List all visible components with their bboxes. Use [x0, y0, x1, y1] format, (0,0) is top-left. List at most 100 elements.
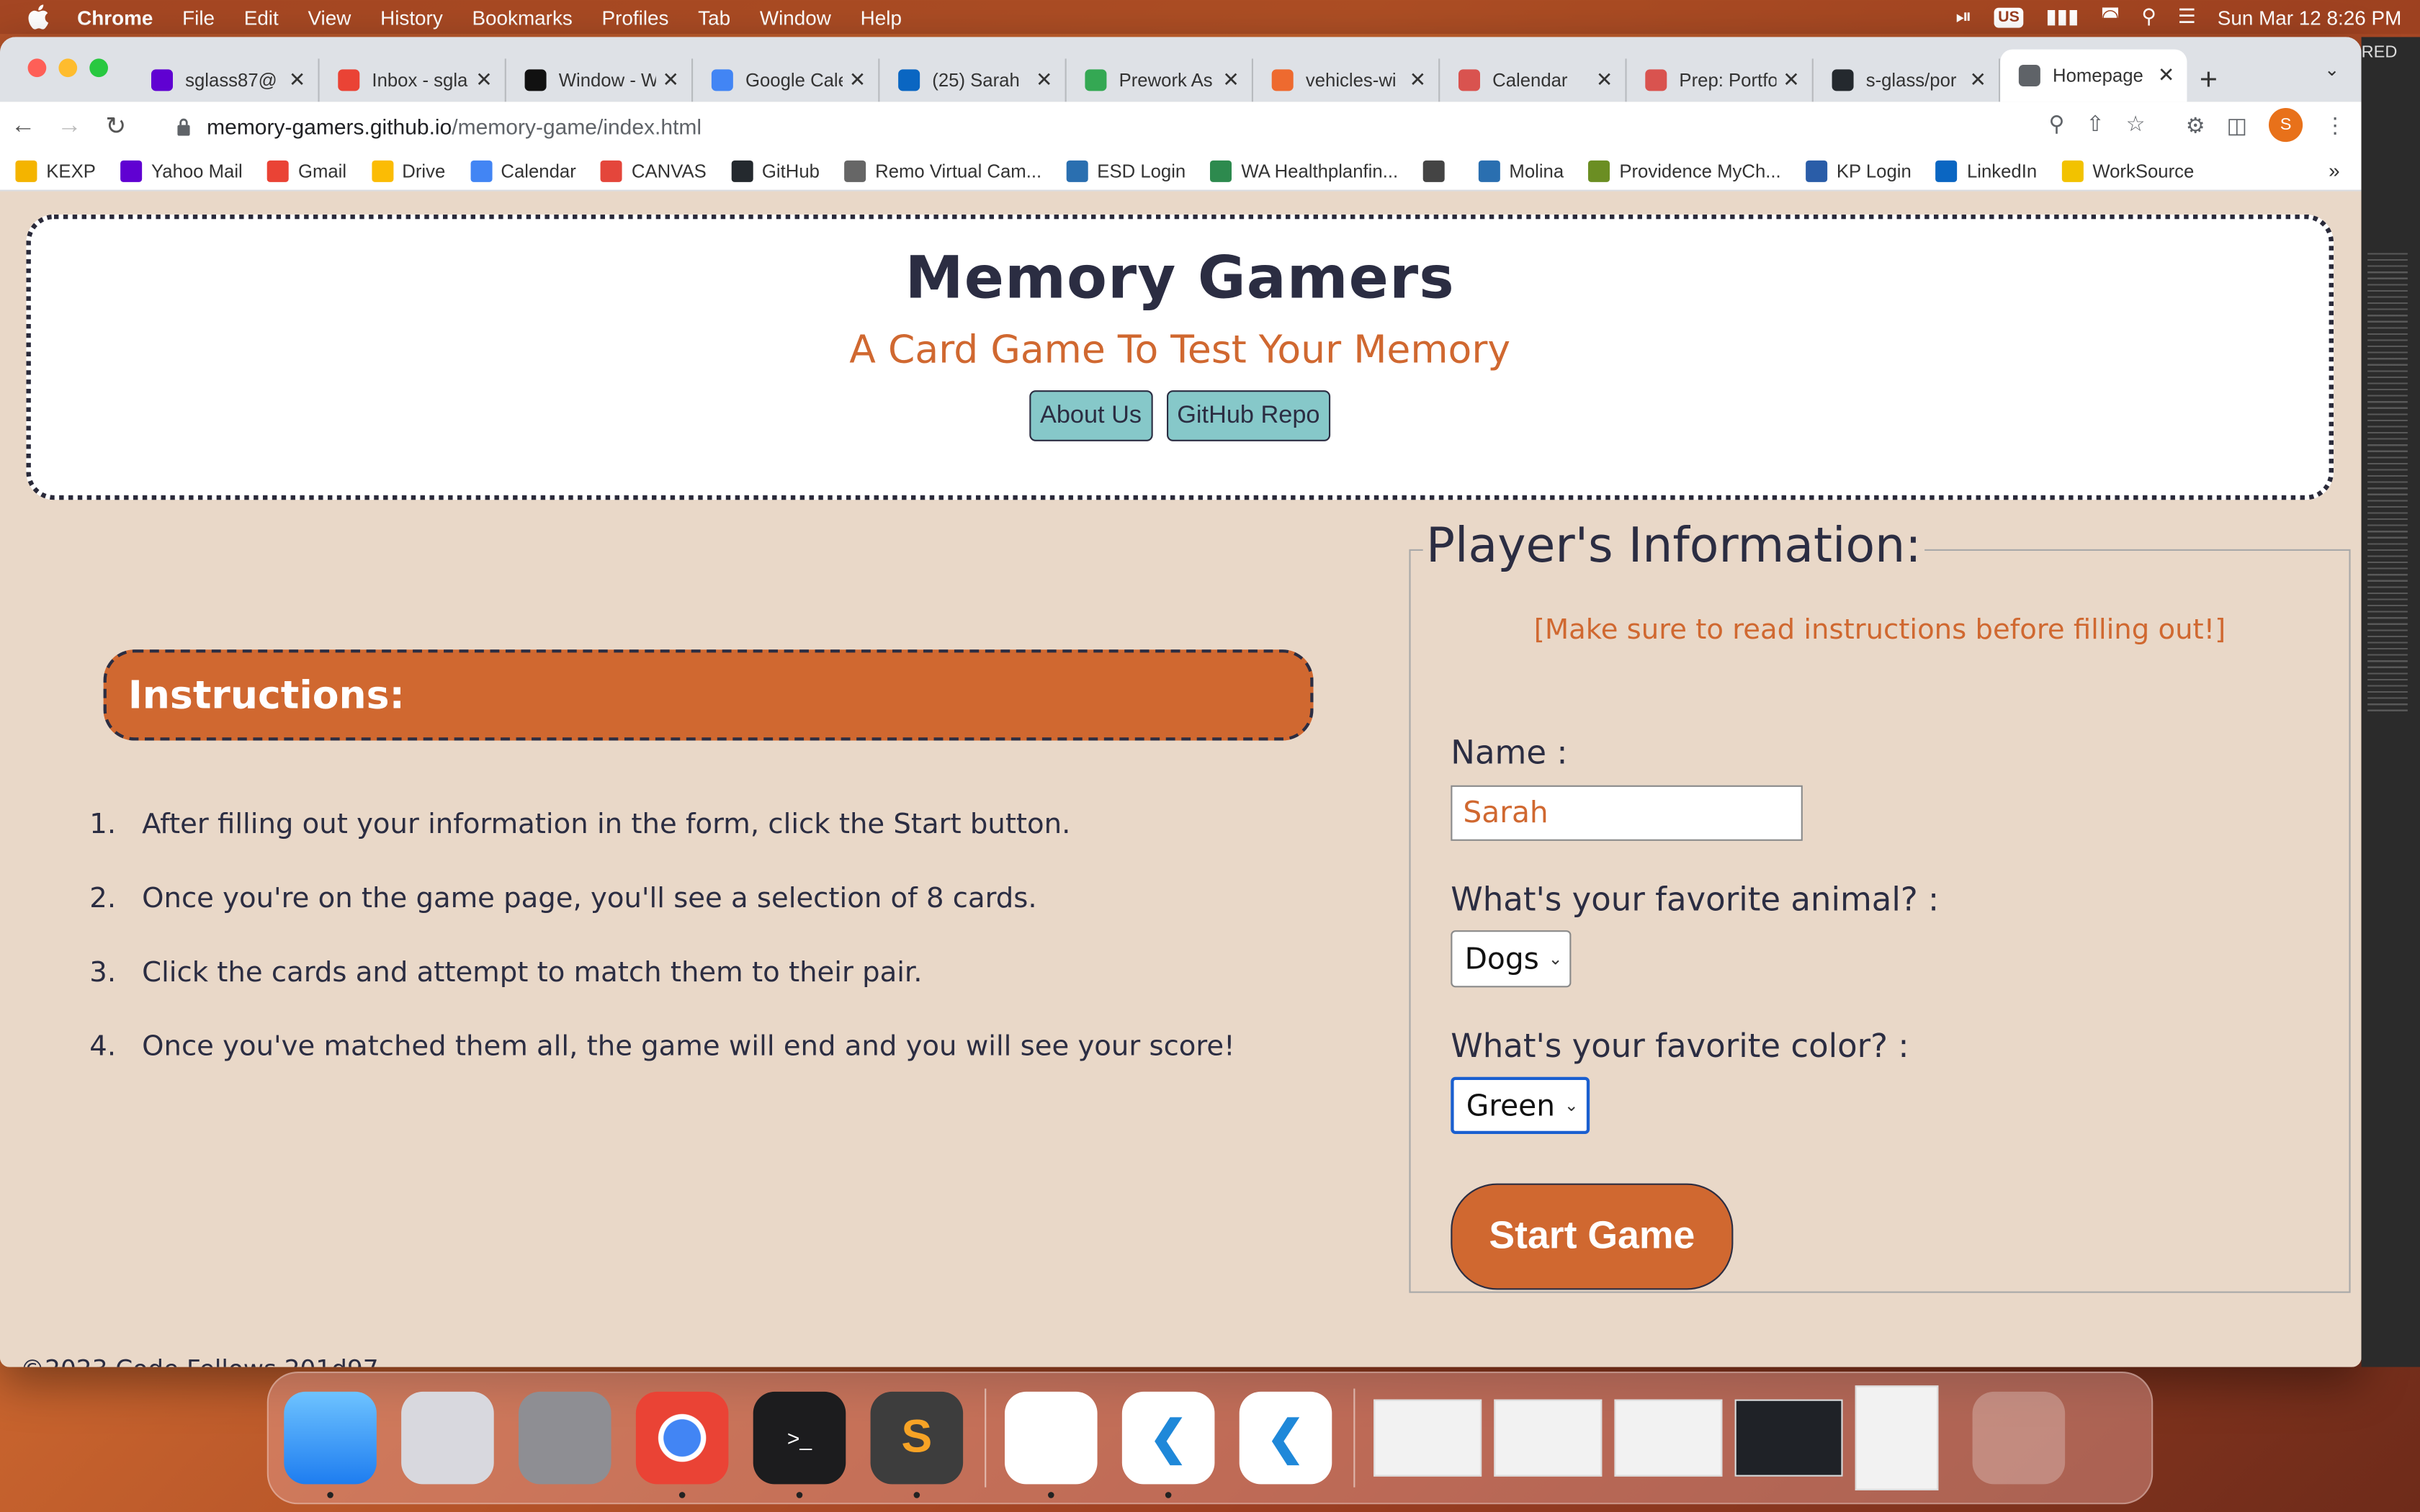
- browser-tab[interactable]: sglass87@ ✕: [133, 58, 320, 102]
- browser-tab[interactable]: Calendar ✕: [1440, 58, 1627, 102]
- minimized-window-thumbnail[interactable]: [1494, 1399, 1603, 1477]
- bookmark-item[interactable]: CANVAS: [601, 159, 707, 181]
- menu-tab[interactable]: Tab: [698, 6, 730, 29]
- slack-icon[interactable]: [1005, 1391, 1098, 1498]
- launchpad-icon[interactable]: [401, 1391, 494, 1485]
- menu-app-name[interactable]: Chrome: [77, 6, 153, 29]
- close-window-button[interactable]: [27, 58, 47, 78]
- address-bar[interactable]: memory-gamers.github.io/memory-game/inde…: [160, 104, 2069, 148]
- system-settings-gear-icon[interactable]: [519, 1391, 611, 1485]
- reload-icon[interactable]: ↻: [93, 111, 139, 142]
- control-center-icon[interactable]: ☰: [2178, 4, 2196, 29]
- bookmark-item[interactable]: WorkSource: [2061, 159, 2194, 181]
- tab-close-icon[interactable]: ✕: [289, 68, 305, 92]
- bookmark-item[interactable]: Calendar: [470, 159, 576, 181]
- forward-arrow-icon[interactable]: →: [46, 112, 92, 140]
- keyboard-input-indicator[interactable]: US: [1993, 6, 2025, 27]
- bookmark-item[interactable]: Molina: [1478, 159, 1564, 181]
- tab-close-icon[interactable]: ✕: [1969, 68, 1986, 92]
- bookmark-item[interactable]: Drive: [371, 159, 445, 181]
- vscode-icon[interactable]: ❮: [1121, 1391, 1215, 1498]
- bookmark-label: WA Healthplanfin...: [1241, 159, 1399, 181]
- tab-favicon-icon: [898, 69, 920, 91]
- bookmark-item[interactable]: Providence MyCh...: [1588, 159, 1781, 181]
- back-arrow-icon[interactable]: ←: [0, 112, 46, 140]
- zoom-window-button[interactable]: [89, 58, 108, 78]
- tab-search-chevron-icon[interactable]: ⌄: [2324, 58, 2340, 80]
- minimized-window-thumbnail[interactable]: [1614, 1399, 1723, 1477]
- bookmark-item[interactable]: WA Healthplanfin...: [1210, 159, 1399, 181]
- tab-close-icon[interactable]: ✕: [662, 68, 678, 92]
- minimized-window-thumbnail[interactable]: [1734, 1399, 1843, 1477]
- kebab-menu-icon[interactable]: ⋮: [2324, 112, 2346, 138]
- trash-icon[interactable]: [1972, 1391, 2066, 1485]
- minimized-window-thumbnail[interactable]: [1855, 1385, 1939, 1490]
- bookmark-item[interactable]: Yahoo Mail: [120, 159, 243, 181]
- menu-bookmarks[interactable]: Bookmarks: [472, 6, 572, 29]
- bookmark-item[interactable]: KEXP: [15, 159, 96, 181]
- battery-icon[interactable]: ▮▮▮: [2045, 4, 2079, 29]
- about-us-button[interactable]: About Us: [1028, 390, 1152, 441]
- browser-tab[interactable]: Prework As ✕: [1067, 58, 1253, 102]
- tab-close-icon[interactable]: ✕: [1222, 68, 1239, 92]
- bookmark-item[interactable]: [1422, 159, 1453, 181]
- sublime-text-icon[interactable]: S: [870, 1391, 964, 1498]
- menu-edit[interactable]: Edit: [244, 6, 279, 29]
- page-subtitle: A Card Game To Test Your Memory: [849, 327, 1511, 372]
- apple-logo-icon[interactable]: [28, 4, 50, 30]
- tab-close-icon[interactable]: ✕: [1036, 68, 1052, 92]
- menu-help[interactable]: Help: [861, 6, 902, 29]
- menu-profiles[interactable]: Profiles: [602, 6, 669, 29]
- menu-window[interactable]: Window: [760, 6, 831, 29]
- minimized-window-thumbnail[interactable]: [1373, 1399, 1482, 1477]
- wifi-icon[interactable]: ◚: [2100, 4, 2120, 29]
- menu-history[interactable]: History: [380, 6, 443, 29]
- background-window[interactable]: RED: [2361, 37, 2420, 1367]
- profile-avatar[interactable]: S: [2269, 108, 2303, 143]
- browser-tab[interactable]: (25) Sarah ✕: [879, 58, 1067, 102]
- bookmark-item[interactable]: Remo Virtual Cam...: [844, 159, 1041, 181]
- name-input[interactable]: Sarah: [1451, 785, 1803, 841]
- bookmark-item[interactable]: GitHub: [731, 159, 820, 181]
- browser-tab[interactable]: Google Cale ✕: [693, 58, 880, 102]
- browser-tab[interactable]: Homepage ✕: [2000, 49, 2187, 102]
- browser-tab[interactable]: Window - W ✕: [506, 58, 694, 102]
- side-panel-icon[interactable]: ◫: [2227, 112, 2247, 138]
- finder-icon[interactable]: [284, 1391, 377, 1498]
- color-select[interactable]: Green ⌄: [1451, 1076, 1590, 1134]
- spotlight-search-icon[interactable]: ⚲: [2141, 4, 2156, 29]
- github-repo-button[interactable]: GitHub Repo: [1166, 390, 1331, 441]
- menu-datetime[interactable]: Sun Mar 12 8:26 PM: [2218, 6, 2402, 29]
- browser-tab[interactable]: Inbox - sgla ✕: [320, 58, 506, 102]
- menu-file[interactable]: File: [182, 6, 215, 29]
- bookmark-item[interactable]: LinkedIn: [1936, 159, 2037, 181]
- vscode-insiders-icon[interactable]: ❮: [1239, 1391, 1332, 1485]
- zoom-magnifier-icon[interactable]: ⚲: [2049, 111, 2065, 137]
- running-indicator: [327, 1492, 333, 1498]
- page-footer: ©2023 Code Fellows 201d97: [20, 1354, 379, 1367]
- tab-close-icon[interactable]: ✕: [2158, 63, 2174, 88]
- new-tab-plus-icon[interactable]: +: [2187, 58, 2230, 102]
- tab-close-icon[interactable]: ✕: [475, 68, 492, 92]
- tab-close-icon[interactable]: ✕: [1783, 68, 1799, 92]
- chrome-icon[interactable]: [635, 1391, 729, 1498]
- bookmark-item[interactable]: KP Login: [1806, 159, 1912, 181]
- bookmark-item[interactable]: Gmail: [267, 159, 346, 181]
- share-icon[interactable]: ⇧: [2087, 111, 2105, 137]
- minimize-window-button[interactable]: [58, 58, 78, 78]
- browser-tab[interactable]: vehicles-wi ✕: [1253, 58, 1440, 102]
- screen-recording-icon[interactable]: ⏯: [1955, 4, 1971, 29]
- tab-close-icon[interactable]: ✕: [849, 68, 866, 92]
- browser-tab[interactable]: Prep: Portfo ✕: [1627, 58, 1814, 102]
- tab-close-icon[interactable]: ✕: [1410, 68, 1426, 92]
- terminal-icon[interactable]: >_: [753, 1391, 846, 1498]
- bookmark-star-icon[interactable]: ☆: [2126, 111, 2146, 137]
- animal-select[interactable]: Dogs ⌄: [1451, 930, 1572, 988]
- bookmark-item[interactable]: ESD Login: [1066, 159, 1186, 181]
- tab-close-icon[interactable]: ✕: [1596, 68, 1613, 92]
- browser-tab[interactable]: s-glass/por ✕: [1814, 58, 2001, 102]
- bookmarks-overflow-icon[interactable]: »: [2329, 159, 2340, 182]
- extensions-puzzle-icon[interactable]: ⚙: [2186, 112, 2205, 138]
- menu-view[interactable]: View: [308, 6, 351, 29]
- start-game-button[interactable]: Start Game: [1451, 1183, 1734, 1290]
